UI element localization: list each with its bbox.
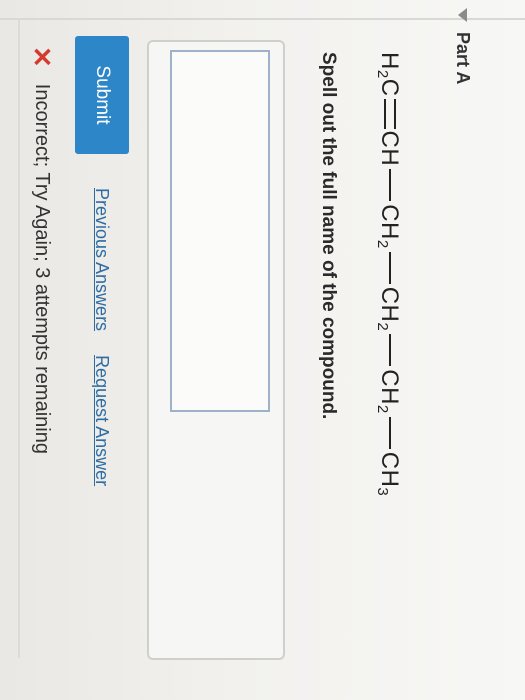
answer-controls: Submit Previous Answers Request Answer — [75, 36, 129, 486]
collapse-caret-icon[interactable] — [458, 8, 467, 22]
formula-group-1: H2C — [374, 52, 403, 97]
panel-left-border — [0, 18, 525, 20]
request-answer-link[interactable]: Request Answer — [92, 355, 113, 486]
structural-formula: H2C CH CH2 CH2 CH2 CH3 — [374, 52, 403, 496]
formula-group-4: CH2 — [374, 286, 403, 332]
panel-bottom-border — [18, 18, 20, 658]
single-bond — [389, 169, 392, 202]
formula-group-2: CH — [376, 130, 403, 167]
part-title: Part A — [453, 32, 473, 85]
single-bond — [389, 251, 392, 284]
question-panel: Part A H2C CH CH2 CH2 CH2 CH3 Spell out the f… — [0, 0, 525, 700]
x-mark-icon: ✕ — [27, 46, 57, 68]
formula-group-6: CH3 — [374, 451, 403, 497]
feedback-message: ✕ Incorrect; Try Again; 3 attempts remai… — [27, 46, 57, 454]
formula-group-5: CH2 — [374, 369, 403, 414]
answer-input[interactable] — [170, 50, 270, 412]
single-bond — [389, 416, 392, 449]
feedback-text: Incorrect; Try Again; 3 attempts remaini… — [31, 83, 54, 454]
formula-group-3: CH2 — [374, 204, 403, 249]
part-header[interactable]: Part A — [452, 8, 473, 84]
submit-button[interactable]: Submit — [75, 36, 129, 154]
double-bond — [384, 98, 397, 129]
single-bond — [389, 334, 392, 367]
previous-answers-link[interactable]: Previous Answers — [92, 188, 113, 331]
question-instruction: Spell out the full name of the compound. — [318, 52, 339, 420]
